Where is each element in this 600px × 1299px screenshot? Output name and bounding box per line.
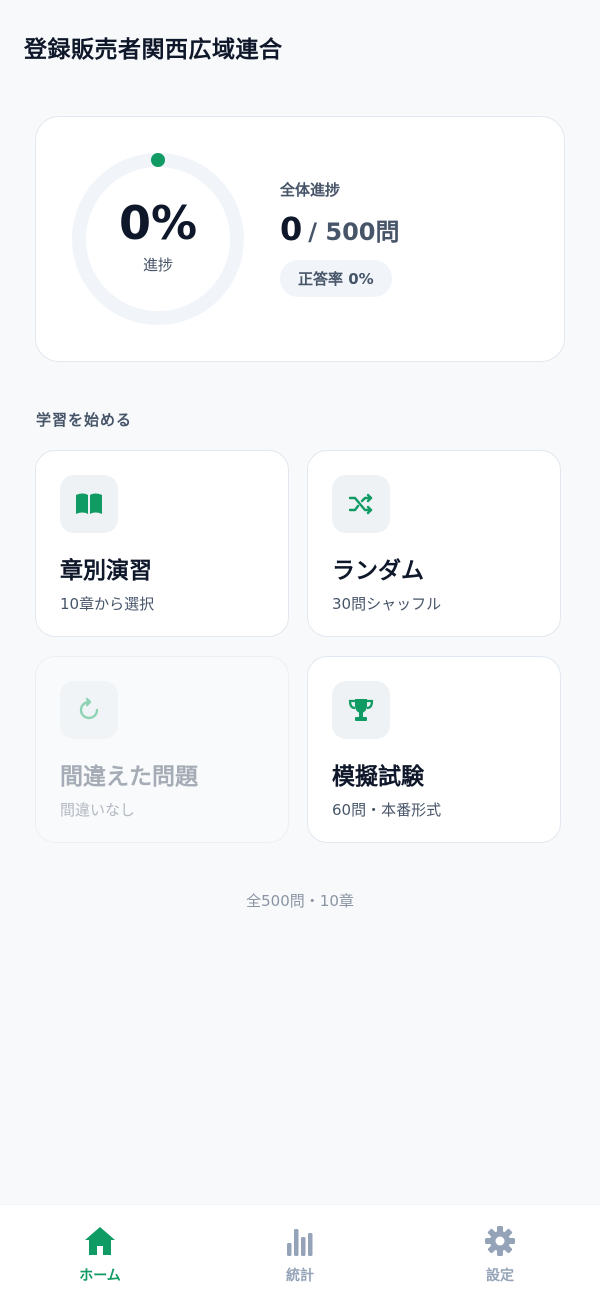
chapter-practice-title: 章別演習 [60, 558, 152, 584]
refresh-icon [60, 681, 118, 739]
progress-percent: 0% [118, 195, 198, 250]
tab-home-label: ホーム [79, 1268, 121, 1284]
bottom-tab-bar: ホーム 統計 設定 [0, 1204, 600, 1299]
tab-settings[interactable]: 設定 [440, 1225, 560, 1285]
accuracy-badge: 正答率 0% [280, 260, 392, 297]
trophy-icon [332, 681, 390, 739]
shuffle-icon [332, 475, 390, 533]
app-title: 登録販売者関西広域連合 [24, 37, 283, 63]
random-title: ランダム [332, 558, 424, 584]
overall-progress: 全体進捗 0 / 500問 正答率 0% [280, 179, 399, 297]
gear-icon [485, 1226, 515, 1256]
mistakes-subtitle: 間違いなし [60, 801, 136, 819]
open-book-icon [60, 475, 118, 533]
section-title: 学習を始める [36, 411, 133, 429]
progress-ring: 0% 進捗 [70, 151, 246, 327]
home-icon [85, 1227, 115, 1255]
random-card[interactable]: ランダム 30問シャッフル [307, 450, 561, 637]
overall-progress-title: 全体進捗 [280, 181, 341, 199]
answered-count: 0 [280, 210, 303, 248]
overall-progress-count: 0 / 500問 [280, 210, 399, 248]
tab-stats-label: 統計 [286, 1268, 314, 1284]
mock-exam-card[interactable]: 模擬試験 60問・本番形式 [307, 656, 561, 843]
mock-exam-subtitle: 60問・本番形式 [332, 801, 442, 819]
random-subtitle: 30問シャッフル [332, 595, 442, 613]
mock-exam-title: 模擬試験 [332, 764, 424, 790]
tab-home[interactable]: ホーム [40, 1225, 160, 1285]
tab-stats[interactable]: 統計 [240, 1225, 360, 1285]
mistakes-card: 間違えた問題 間違いなし [35, 656, 289, 843]
progress-ring-label: 進捗 [142, 255, 173, 274]
chapter-practice-subtitle: 10章から選択 [60, 595, 155, 613]
question-summary: 全500問・10章 [246, 892, 354, 910]
tab-settings-label: 設定 [486, 1268, 514, 1284]
total-count: / 500問 [308, 218, 400, 246]
progress-card: 0% 進捗 全体進捗 0 / 500問 正答率 0% [35, 116, 565, 362]
mistakes-title: 間違えた問題 [60, 764, 198, 790]
chapter-practice-card[interactable]: 章別演習 10章から選択 [35, 450, 289, 637]
bar-chart-icon [287, 1229, 313, 1256]
